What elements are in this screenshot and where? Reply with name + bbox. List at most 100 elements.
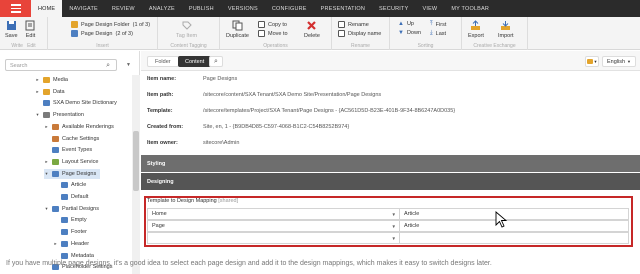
collapsed-arrow-icon[interactable]: ▸ [35,77,40,83]
version-icon[interactable]: ▼ [585,56,599,67]
tree-item[interactable]: Empty [53,215,87,225]
scrollbar-thumb[interactable] [133,131,139,191]
tree-item[interactable]: Cache Settings [44,134,99,144]
up-button[interactable]: ▲ Up [398,21,414,27]
delete-button[interactable]: Delete [304,20,320,39]
duplicate-button[interactable]: Duplicate [226,20,249,39]
tree-item-label: Footer [71,229,87,236]
ribbon: Save Edit Write Edit Page Design Folder … [0,17,640,50]
expanded-arrow-icon[interactable]: ▾ [44,206,49,212]
tree-item[interactable]: ▸ Media [35,75,68,85]
tree-scrollbar[interactable] [132,75,140,274]
display-name-label: Display name [348,30,382,37]
display-name-button[interactable]: Display name [338,30,381,37]
ribbon-group-write: Save Edit Write Edit [0,17,48,50]
insert-1-count: (1 of 3) [132,21,151,28]
tree-item[interactable]: Metadata [53,251,94,261]
tree-item[interactable]: ▾ Page Designs [44,168,101,179]
creative-exchange-group-label: Creative Exchange [473,43,516,49]
search-dropdown-icon[interactable]: ▼ [126,62,131,68]
tree-item[interactable]: Event Types [44,145,92,155]
tab-search-icon[interactable]: ⌕ [209,56,223,67]
tab-folder[interactable]: Folder [147,56,179,67]
version-square-icon [586,59,593,64]
tab-versions[interactable]: VERSIONS [221,0,265,17]
menu-icon[interactable] [0,0,31,17]
page-design-icon [71,30,78,37]
move-to-button[interactable]: Move to [258,30,288,37]
tree-item[interactable]: ▾ Presentation [35,110,84,120]
tab-analyze[interactable]: ANALYZE [142,0,182,17]
down-button[interactable]: ▼ Down [398,30,421,36]
expanded-arrow-icon[interactable]: ▾ [44,171,49,177]
expanded-arrow-icon[interactable]: ▾ [35,112,40,118]
tree-item[interactable]: ▸ Layout Service [44,157,98,167]
first-button[interactable]: ⤒ First [430,21,446,28]
tree-item[interactable]: ▸ Data [35,87,65,97]
export-button[interactable]: Export [468,20,484,39]
tree-item-label: Empty [71,217,87,224]
tree-item[interactable]: Default [53,192,88,202]
quick-info-row: Template: /sitecore/templates/Project/SXA… [141,105,640,117]
quick-info-row: Item owner: sitecore\Admin [141,137,640,149]
copy-to-button[interactable]: Copy to [258,21,287,28]
delete-icon [307,21,317,30]
collapsed-arrow-icon[interactable]: ▸ [44,159,49,165]
tag-item-button[interactable]: Tag Item [176,20,197,39]
tab-configure[interactable]: CONFIGURE [265,0,314,17]
quick-info-row: Item name: Page Designs [141,73,640,85]
search-input[interactable]: Search ⌕ [5,59,117,71]
move-to-label: Move to [268,30,288,37]
tab-navigate[interactable]: NAVIGATE [62,0,105,17]
export-icon [471,20,481,30]
tree-item[interactable]: Article [53,180,86,190]
insert-page-design[interactable]: Page Design (2 of 3) [71,30,133,37]
arrow-down-icon: ▼ [398,30,404,36]
tab-review[interactable]: REVIEW [105,0,142,17]
arrow-first-icon: ⤒ [430,21,433,27]
item-icon [61,229,68,236]
edit-button[interactable]: Edit [25,20,36,39]
last-button[interactable]: ⤓ Last [430,30,446,37]
item-icon [52,205,59,212]
tab-view[interactable]: VIEW [415,0,444,17]
insert-group-label: Insert [96,43,109,49]
language-selector[interactable]: English ▼ [602,56,636,67]
tree-item-label: Media [53,77,68,83]
tree-item[interactable]: ▸ Available Renderings [44,122,114,132]
tab-my-toolbar[interactable]: MY TOOLBAR [444,0,496,17]
tab-home[interactable]: HOME [31,0,63,17]
insert-page-design-folder[interactable]: Page Design Folder (1 of 3) [71,21,150,28]
tree-item[interactable]: Footer [53,227,87,237]
collapsed-arrow-icon[interactable]: ▸ [53,241,58,247]
tab-presentation[interactable]: PRESENTATION [314,0,372,17]
collapsed-arrow-icon[interactable]: ▸ [35,89,40,95]
move-icon [258,30,265,37]
export-label: Export [468,33,484,39]
item-icon [43,100,50,107]
tab-security[interactable]: SECURITY [372,0,415,17]
insert-2-count: (2 of 3) [115,30,133,37]
item-icon [43,112,50,119]
ribbon-group-creative-exchange: Export Import Creative Exchange [462,17,528,50]
section-designing[interactable]: Designing [141,173,640,190]
tree-item[interactable]: ▾ Partial Designs [44,204,99,214]
insert-2-label: Page Design [81,30,113,37]
last-label: Last [435,30,447,37]
save-button[interactable]: Save [5,20,18,39]
tab-content[interactable]: Content [178,56,212,67]
import-button[interactable]: Import [498,20,514,39]
rename-button[interactable]: Rename [338,21,369,28]
quick-info-row: Created from: Site, en, 1 - {B9DB4D85-C59… [141,121,640,133]
tree-item[interactable]: ▸ Header [53,239,89,249]
tree-item[interactable]: SXA Demo Site Dictionary [35,98,117,108]
search-icon[interactable]: ⌕ [106,62,110,70]
chevron-down-icon: ▼ [627,59,631,64]
collapsed-arrow-icon[interactable]: ▸ [44,124,49,130]
write-group-label: Write Edit [0,43,47,49]
tag-item-label: Tag Item [176,33,198,39]
tree-item-label: Default [71,194,89,200]
tab-publish[interactable]: PUBLISH [182,0,221,17]
tree-item-label: Data [53,88,65,95]
section-styling[interactable]: Styling [141,155,640,172]
